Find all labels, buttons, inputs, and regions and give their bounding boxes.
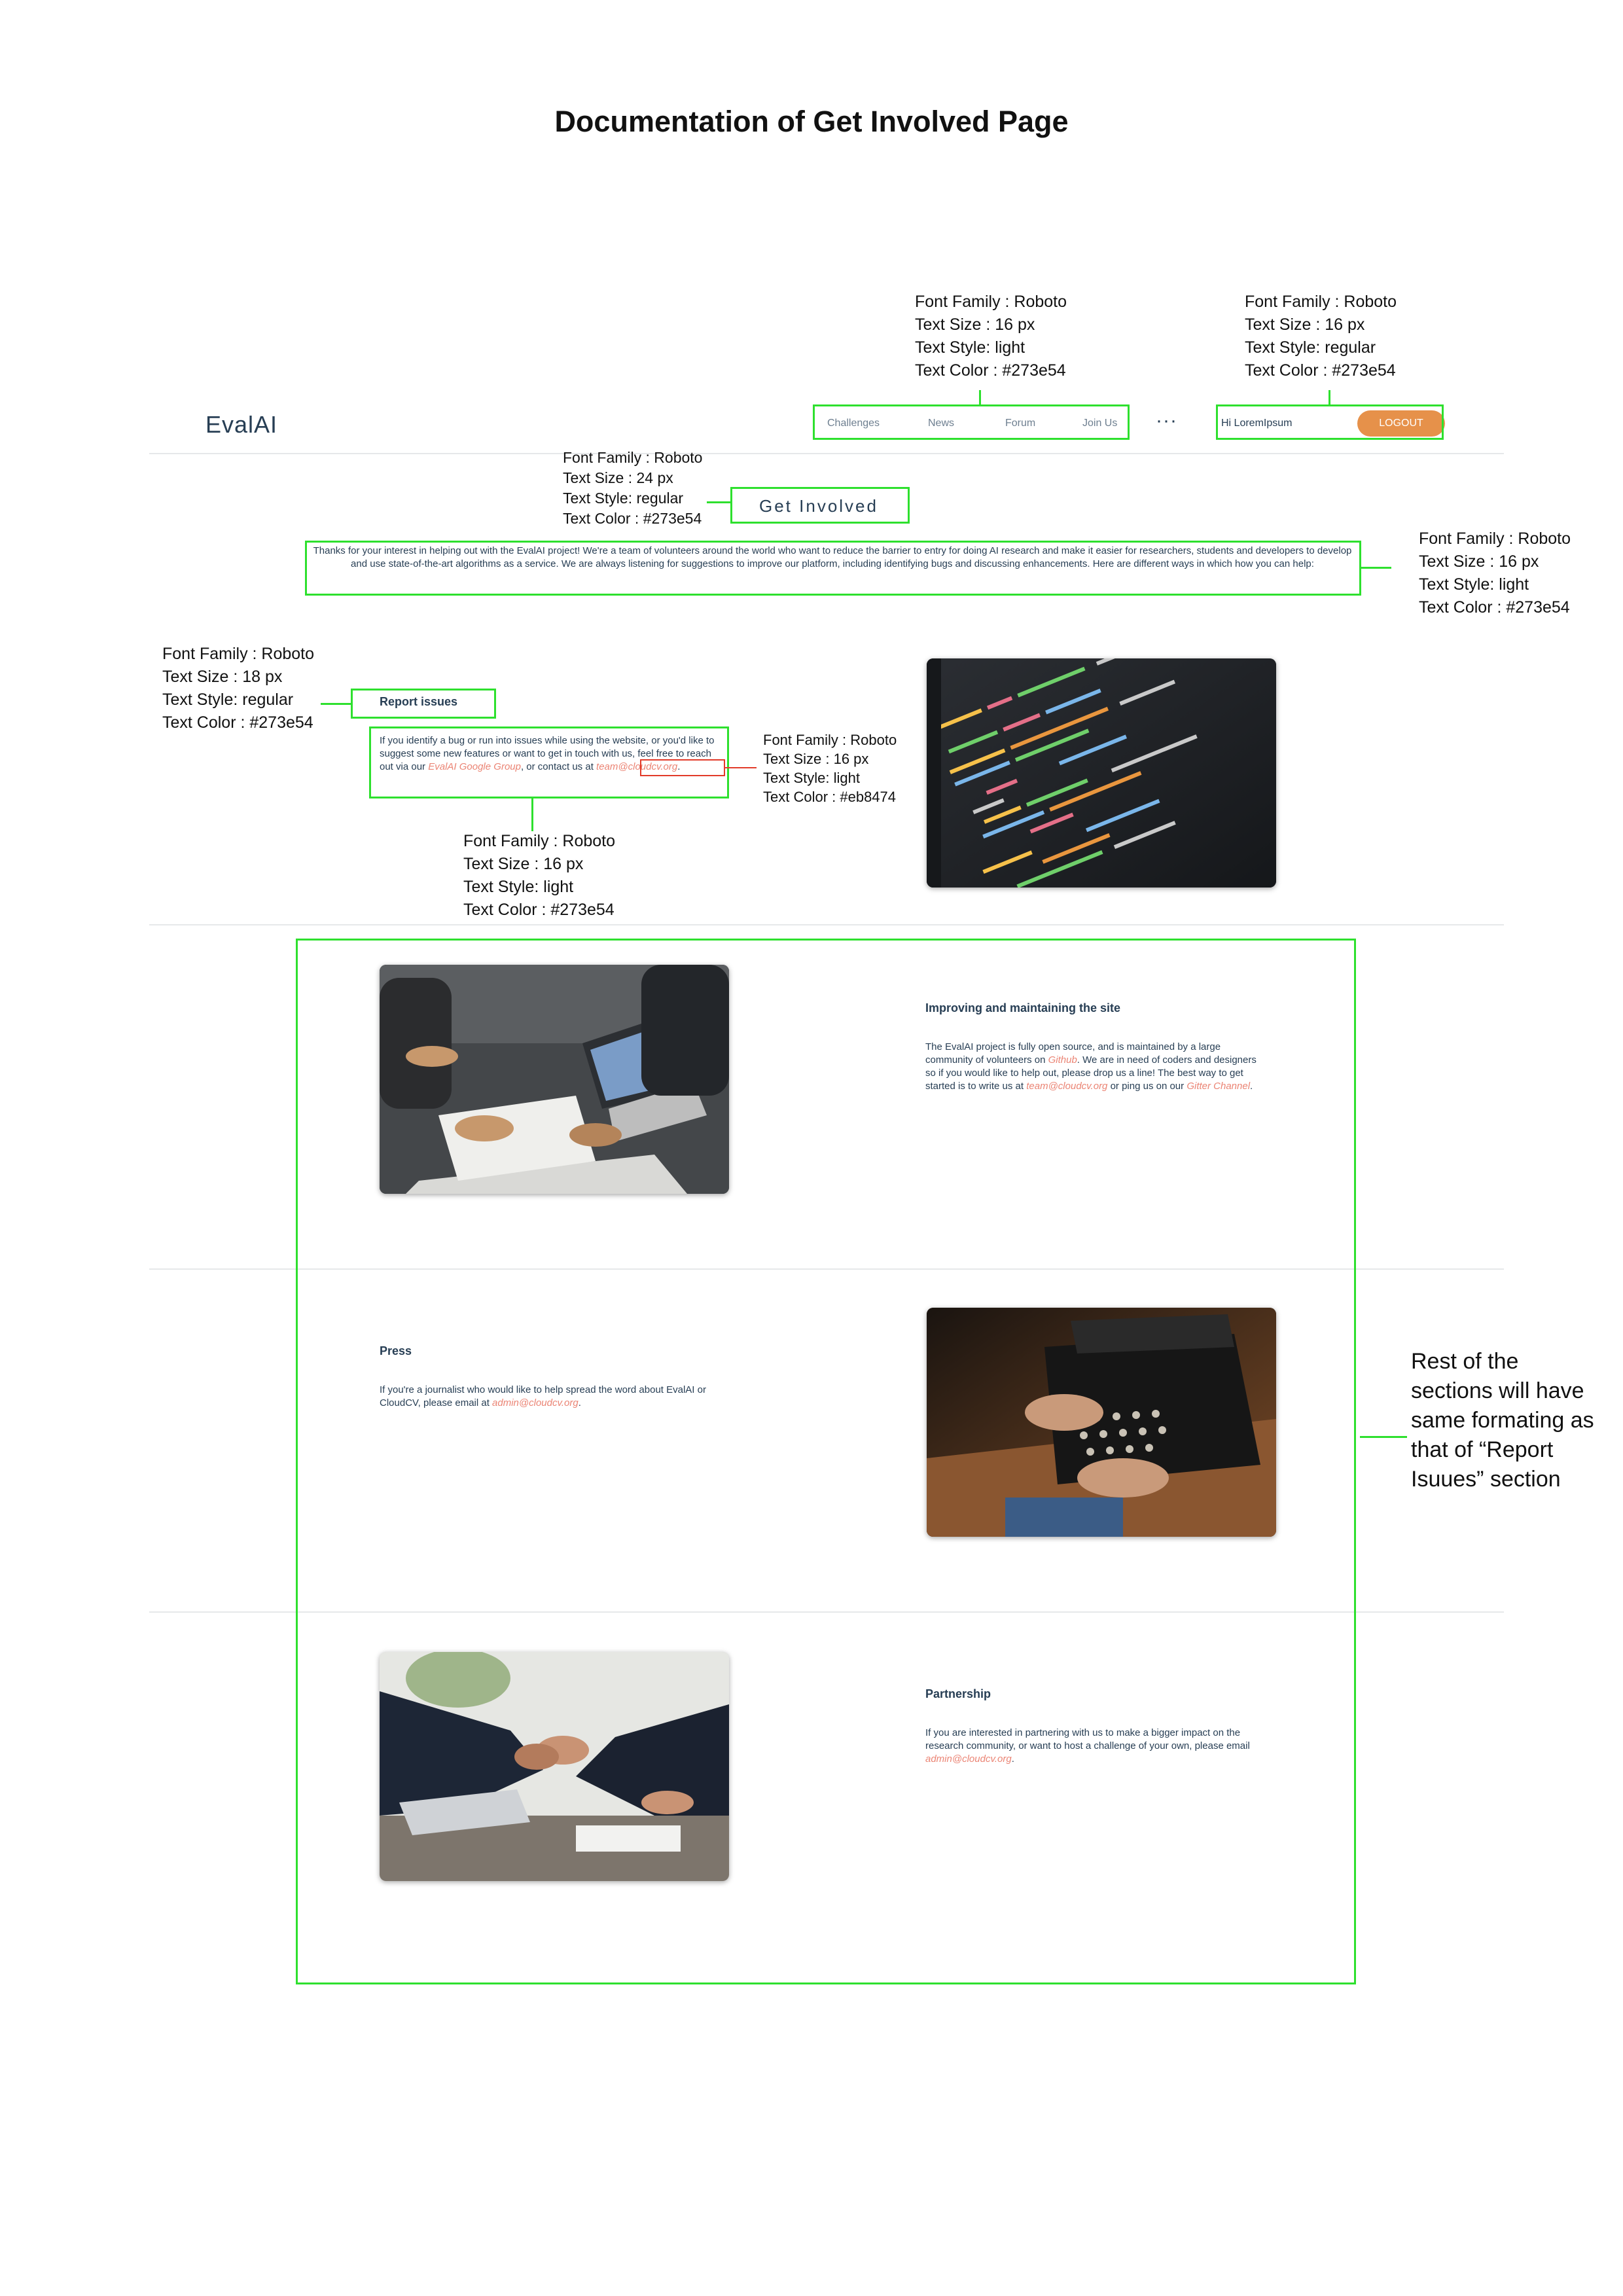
title-annotation-box <box>730 487 910 524</box>
intro-annotation: Font Family : Roboto Text Size : 16 px Tex… <box>1419 529 1571 617</box>
code-screen-image-art <box>927 658 1276 888</box>
code-screen-image <box>927 658 1276 888</box>
nav-annotation-connector <box>979 390 981 404</box>
section-text-annotation: Font Family : Roboto Text Size : 16 px Tex… <box>463 832 616 919</box>
more-menu-icon[interactable]: ··· <box>1156 410 1177 432</box>
rest-annotation-connector <box>1360 1436 1407 1438</box>
document-title: Documentation of Get Involved Page <box>554 105 1069 138</box>
rest-sections-annotation-box <box>296 939 1356 1984</box>
intro-annotation-box <box>305 541 1361 596</box>
nav-annotation-box <box>813 404 1130 440</box>
user-annotation: Font Family : Roboto Text Size : 16 px Tex… <box>1245 293 1397 380</box>
title-annotation-connector <box>707 501 730 503</box>
section-divider-1 <box>149 924 1504 925</box>
section-title-annotation-box <box>351 689 496 719</box>
section-title-annotation: Font Family : Roboto Text Size : 18 px Tex… <box>162 645 315 732</box>
link-annotation-box <box>640 759 725 776</box>
user-annotation-connector <box>1329 390 1330 404</box>
title-annotation: Font Family : Roboto Text Size : 24 px Tex… <box>563 449 703 527</box>
nav-annotation: Font Family : Roboto Text Size : 16 px Tex… <box>915 293 1067 380</box>
navbar-divider <box>149 453 1504 454</box>
user-annotation-box <box>1216 404 1444 440</box>
section-title-annotation-connector <box>321 703 351 705</box>
section-text-annotation-connector <box>531 798 533 831</box>
rest-sections-annotation: Rest of the sections will have same format… <box>1411 1349 1594 1492</box>
evalai-logo[interactable]: EvalAI <box>205 411 277 439</box>
link-annotation: Font Family : Roboto Text Size : 16 px Tex… <box>763 732 897 805</box>
intro-annotation-connector <box>1361 567 1391 569</box>
link-annotation-connector <box>725 767 757 768</box>
